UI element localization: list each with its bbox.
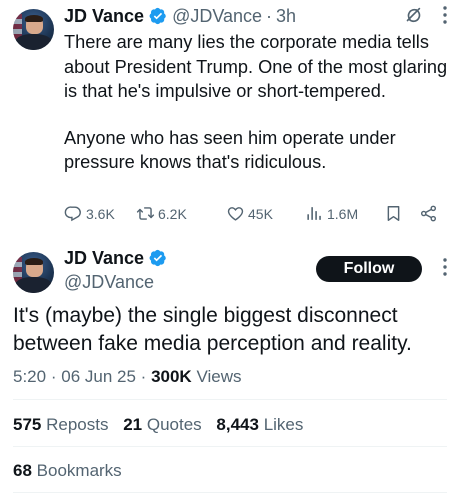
engagement-stats: 575 Reposts 21 Quotes 8,443 Likes	[13, 415, 313, 435]
author-handle[interactable]: @JDVance	[172, 6, 262, 27]
post-meta: 5:20 · 06 Jun 25 · 300K Views	[13, 367, 241, 387]
tweet-header: JD Vance @JDVance · 3h	[64, 4, 296, 28]
more-icon[interactable]	[434, 4, 456, 26]
grok-icon[interactable]	[402, 4, 424, 26]
avatar[interactable]	[13, 252, 54, 293]
like-count: 45K	[248, 205, 273, 222]
tweet-text: It's (maybe) the single biggest disconne…	[13, 304, 412, 355]
verified-badge-icon	[149, 7, 167, 25]
author-name[interactable]: JD Vance	[64, 248, 144, 269]
likes-count: 8,443	[216, 415, 259, 434]
likes-label: Likes	[263, 415, 304, 434]
follow-button[interactable]: Follow	[316, 256, 422, 282]
views-count: 300K	[151, 367, 192, 386]
like-icon	[227, 207, 244, 221]
bookmark-button[interactable]	[384, 204, 406, 223]
author-handle[interactable]: @JDVance	[64, 272, 154, 293]
tweet-actions: 3.6K 6.2K 45K 1.6M	[64, 204, 454, 230]
divider	[13, 492, 447, 493]
repost-icon	[136, 207, 155, 220]
repost-count: 6.2K	[158, 205, 187, 222]
likes-stat[interactable]: 8,443 Likes	[216, 415, 303, 434]
quotes-label: Quotes	[146, 415, 202, 434]
separator-dot: ·	[266, 5, 273, 26]
divider	[13, 399, 447, 400]
views-count: 1.6M	[327, 205, 359, 222]
reply-icon	[64, 206, 81, 222]
repost-button[interactable]: 6.2K	[136, 204, 187, 223]
parent-tweet[interactable]: JD Vance @JDVance · 3h There are many li…	[0, 0, 461, 238]
bookmarks-count: 68	[13, 461, 32, 480]
reply-count: 3.6K	[86, 205, 115, 222]
reposts-label: Reposts	[46, 415, 109, 434]
tweet-paragraph: There are many lies the corporate media …	[64, 32, 453, 101]
reply-button[interactable]: 3.6K	[64, 204, 115, 223]
more-icon[interactable]	[434, 256, 456, 278]
like-button[interactable]: 45K	[226, 204, 273, 223]
reposts-count: 575	[13, 415, 42, 434]
tweet-paragraph: Anyone who has seen him operate under pr…	[64, 127, 401, 173]
bookmarks-stat[interactable]: 68 Bookmarks	[13, 461, 122, 481]
post-time[interactable]: 3h	[276, 6, 296, 27]
post-date[interactable]: 06 Jun 25	[61, 367, 136, 386]
post-time[interactable]: 5:20	[13, 367, 46, 386]
share-button[interactable]	[419, 204, 441, 223]
bookmark-icon	[387, 206, 400, 221]
author-name[interactable]: JD Vance	[64, 6, 144, 27]
tweet-text: There are many lies the corporate media …	[64, 30, 454, 175]
avatar[interactable]	[13, 9, 54, 50]
post-thread-view: JD Vance @JDVance · 3h There are many li…	[0, 0, 461, 499]
separator-dot: ·	[50, 367, 57, 386]
views-label: Views	[196, 367, 242, 386]
reposts-stat[interactable]: 575 Reposts	[13, 415, 108, 434]
bookmarks-label: Bookmarks	[36, 461, 122, 480]
verified-badge-icon	[149, 249, 167, 267]
divider	[13, 446, 447, 447]
views-icon	[307, 207, 321, 220]
quotes-stat[interactable]: 21 Quotes	[123, 415, 201, 434]
quotes-count: 21	[123, 415, 143, 434]
share-icon	[420, 205, 437, 222]
author-name-row: JD Vance	[64, 246, 172, 270]
separator-dot: ·	[140, 367, 147, 386]
views-button[interactable]: 1.6M	[305, 204, 358, 223]
